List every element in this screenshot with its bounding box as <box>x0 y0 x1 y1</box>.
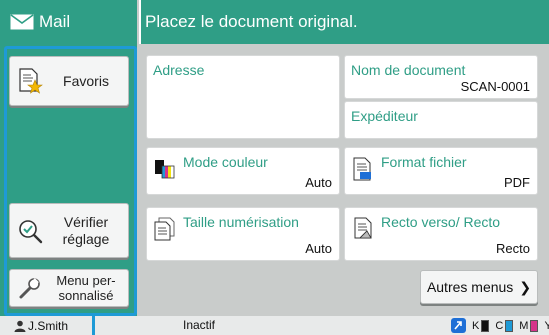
instruction-bar: Placez le document original. <box>139 0 549 44</box>
duplex-value: Recto <box>496 241 530 256</box>
chevron-right-icon: ❯ <box>519 278 532 295</box>
custom-menu-label-line2: sonnalisé <box>58 288 114 303</box>
toner-m-label: M <box>519 319 529 332</box>
toner-c-label: C <box>495 319 504 332</box>
favorites-label: Favoris <box>63 72 109 89</box>
duplex-setting[interactable]: Recto verso/ Recto Recto <box>344 207 538 261</box>
app-title: Mail <box>39 12 71 31</box>
custom-menu-button[interactable]: Menu per- sonnalisé <box>9 269 129 307</box>
custom-menu-label: Menu per- sonnalisé <box>44 273 128 303</box>
toner-m-swatch <box>530 319 539 332</box>
color-mode-value: Auto <box>305 175 332 190</box>
toner-levels: K C M Y <box>451 318 549 333</box>
verify-label-line2: réglage <box>62 230 110 247</box>
wrench-icon <box>19 278 40 299</box>
toner-y: Y <box>544 320 549 332</box>
duplex-icon <box>354 217 372 239</box>
network-icon[interactable] <box>451 318 466 333</box>
custom-menu-label-line1: Menu per- <box>56 273 116 288</box>
document-name-field[interactable]: Nom de document SCAN-0001 <box>344 55 538 99</box>
color-mode-icon <box>155 160 175 179</box>
sender-field[interactable]: Expéditeur <box>344 101 538 139</box>
favorites-icon <box>19 68 43 94</box>
verify-label-line1: Vérifier <box>63 213 109 230</box>
verify-settings-label: Vérifier réglage <box>44 214 128 248</box>
app-title-bar: Mail <box>0 0 137 44</box>
favorites-button[interactable]: Favoris <box>9 56 129 106</box>
instruction-message: Placez le document original. <box>145 12 358 31</box>
machine-state: Inactif <box>183 318 216 332</box>
verify-settings-button[interactable]: Vérifier réglage <box>9 203 129 258</box>
status-bar: J.Smith Inactif K C M Y <box>0 316 549 335</box>
toner-m: M <box>519 319 539 332</box>
address-field[interactable]: Adresse <box>146 55 340 139</box>
sender-title: Expéditeur <box>351 108 418 124</box>
toner-k-label: K <box>472 319 480 332</box>
toner-k-swatch <box>481 319 490 332</box>
magnifier-check-icon <box>19 219 43 243</box>
scan-size-value: Auto <box>305 241 332 256</box>
toner-k: K <box>472 319 490 332</box>
more-menus-button[interactable]: Autres menus ❯ <box>420 270 538 304</box>
scan-mail-screen: Mail Placez le document original. Favori… <box>0 0 549 335</box>
document-name-title: Nom de document <box>351 62 466 78</box>
user-name: J.Smith <box>28 318 69 333</box>
file-format-title: Format fichier <box>381 154 467 170</box>
mail-icon <box>10 14 34 30</box>
more-menus-label: Autres menus <box>426 279 514 295</box>
duplex-title: Recto verso/ Recto <box>381 214 501 230</box>
toner-c-swatch <box>505 319 514 332</box>
status-divider <box>92 316 95 335</box>
toner-y-label: Y <box>544 319 549 332</box>
document-name-value: SCAN-0001 <box>460 79 530 94</box>
scan-size-title: Taille numérisation <box>183 214 299 230</box>
user-indicator[interactable]: J.Smith <box>14 319 94 333</box>
user-icon <box>14 320 26 332</box>
color-mode-setting[interactable]: Mode couleur Auto <box>146 147 340 195</box>
file-format-icon <box>353 157 371 181</box>
scan-size-setting[interactable]: Taille numérisation Auto <box>146 207 340 261</box>
file-format-setting[interactable]: Format fichier PDF <box>344 147 538 195</box>
address-title: Adresse <box>153 62 205 78</box>
scan-size-icon <box>154 217 175 241</box>
color-mode-title: Mode couleur <box>183 154 268 170</box>
file-format-value: PDF <box>504 175 530 190</box>
toner-c: C <box>495 319 514 332</box>
